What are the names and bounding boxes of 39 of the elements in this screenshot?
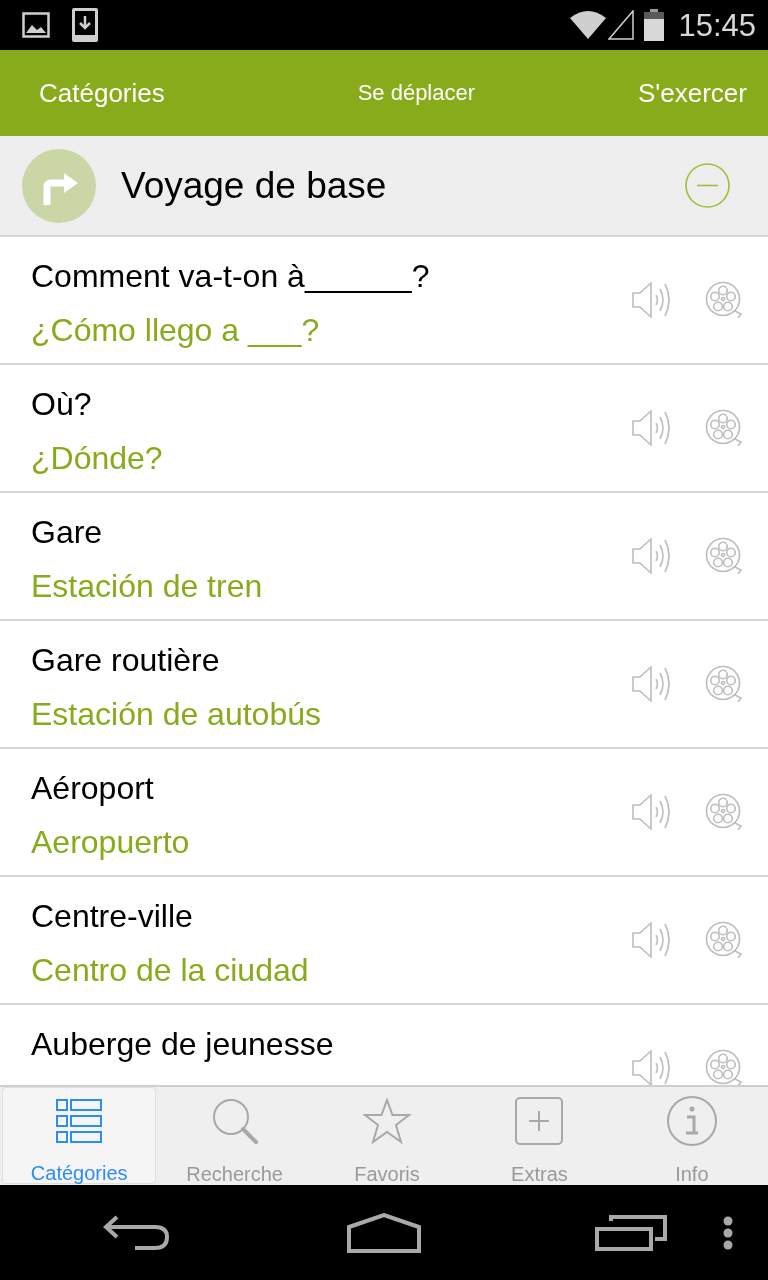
wifi-icon bbox=[569, 10, 608, 40]
download-icon bbox=[72, 8, 98, 42]
image-icon bbox=[22, 12, 50, 38]
film-reel-icon[interactable] bbox=[705, 793, 745, 831]
translation-text: ¿Cómo llego a ___? bbox=[31, 311, 321, 349]
film-reel-icon[interactable] bbox=[705, 281, 745, 319]
back-icon[interactable] bbox=[103, 1214, 172, 1251]
film-reel-icon[interactable] bbox=[705, 409, 745, 447]
film-reel-icon[interactable] bbox=[705, 921, 745, 959]
plus-square-icon bbox=[515, 1097, 564, 1145]
search-icon bbox=[210, 1097, 259, 1145]
translation-text: Centro de la ciudad bbox=[31, 951, 310, 989]
film-reel-icon[interactable] bbox=[705, 537, 745, 575]
film-reel-icon[interactable] bbox=[705, 665, 745, 703]
header-title: Se déplacer bbox=[357, 82, 476, 104]
phrase-text: Comment va-t-on à______? bbox=[31, 257, 431, 295]
phrase-text: Centre-ville bbox=[31, 897, 194, 935]
battery-icon bbox=[644, 9, 665, 41]
clock-time: 15:45 bbox=[678, 9, 756, 41]
minus-circle-icon[interactable] bbox=[685, 163, 730, 208]
translation-text: Estación de tren bbox=[31, 567, 264, 605]
phrase-text: Auberge de jeunesse bbox=[31, 1025, 335, 1063]
phrase-text: Aéroport bbox=[31, 769, 155, 807]
film-reel-icon[interactable] bbox=[705, 1049, 745, 1085]
phrase-text: Gare bbox=[31, 513, 104, 551]
phrase-text: Gare routière bbox=[31, 641, 221, 679]
category-title: Voyage de base bbox=[121, 167, 388, 204]
translation-text: Estación de autobús bbox=[31, 695, 322, 733]
signal-icon bbox=[608, 10, 635, 40]
translation-text: ¿Dónde? bbox=[31, 439, 164, 477]
home-icon[interactable] bbox=[347, 1212, 421, 1253]
star-icon bbox=[363, 1098, 411, 1144]
category-header[interactable]: Voyage de base bbox=[0, 136, 768, 237]
recent-apps-icon[interactable] bbox=[594, 1214, 667, 1251]
overflow-menu-icon[interactable] bbox=[723, 1216, 733, 1250]
info-icon bbox=[666, 1096, 717, 1146]
list-icon bbox=[56, 1098, 103, 1144]
phrase-text: Où? bbox=[31, 385, 93, 423]
translation-text: Aeropuerto bbox=[31, 823, 191, 861]
